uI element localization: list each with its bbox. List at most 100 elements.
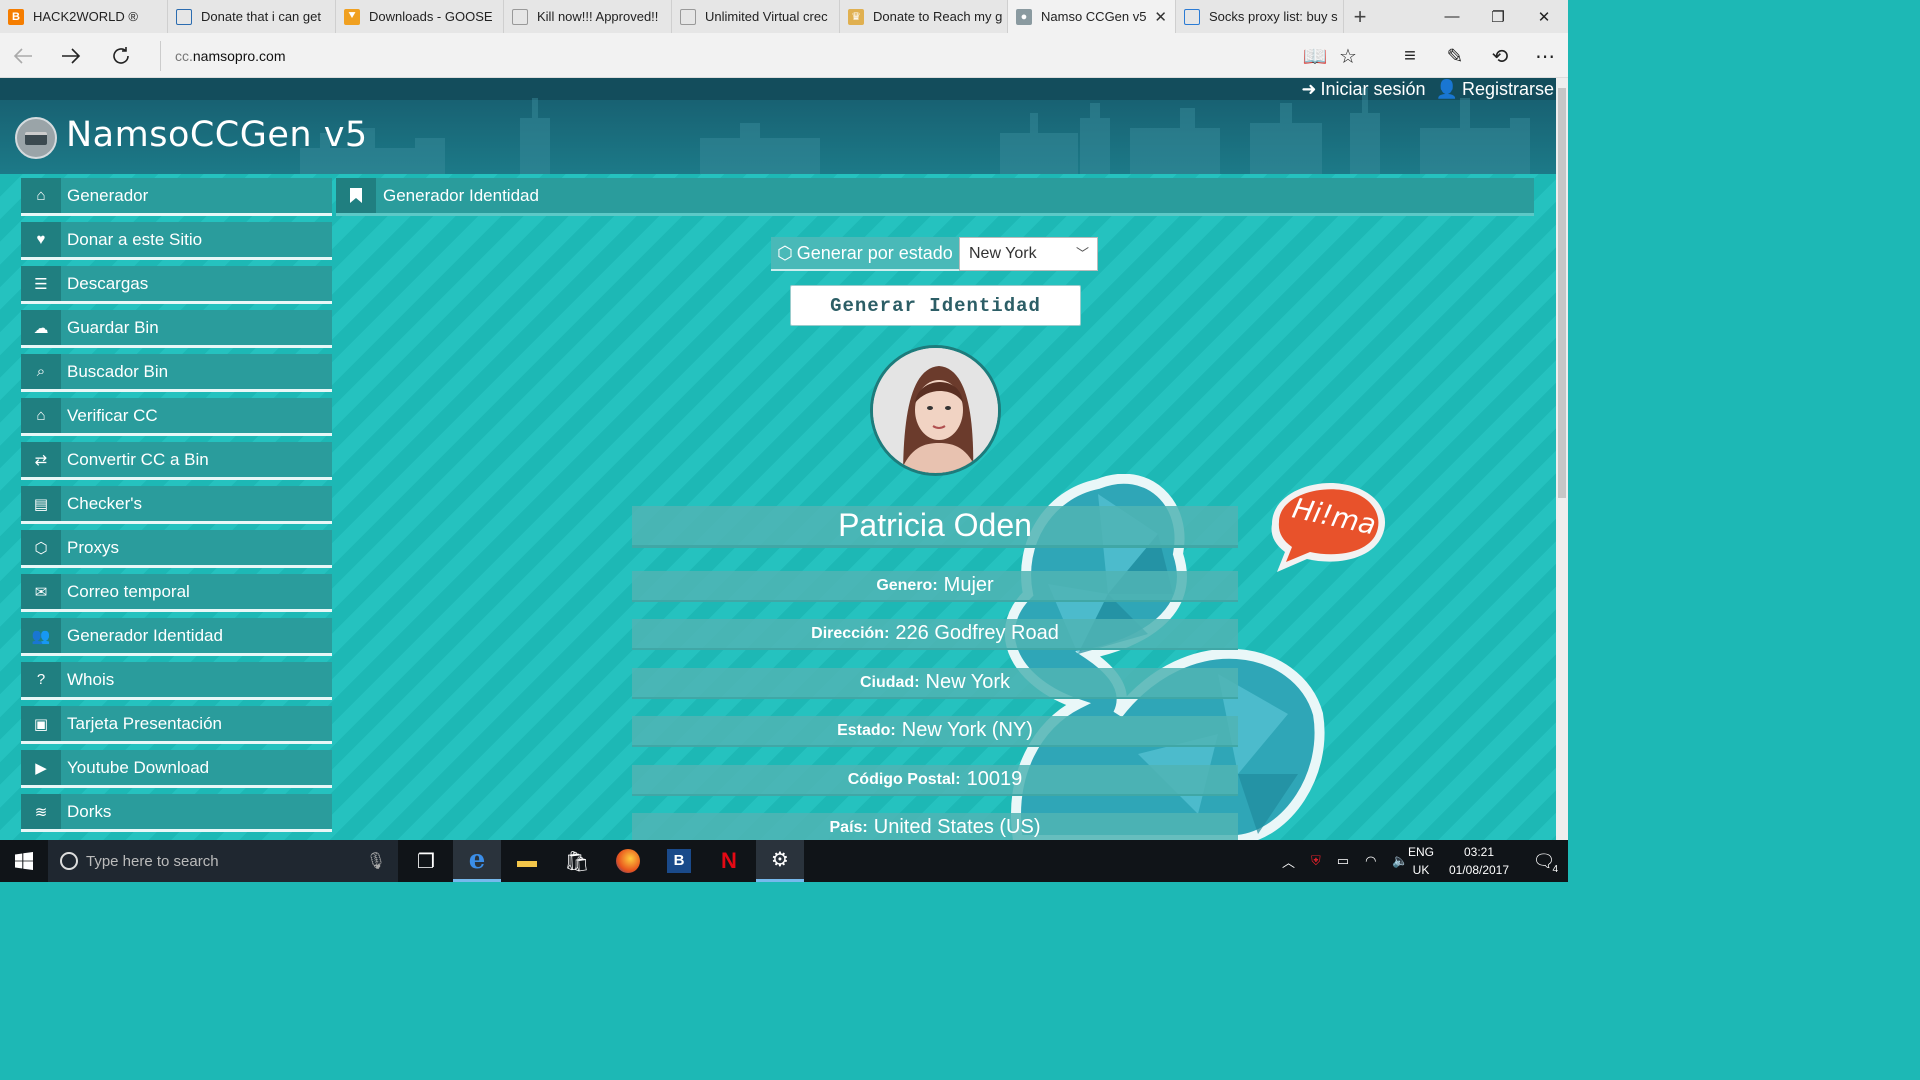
exchange-icon: ⇄ xyxy=(21,442,61,477)
keyboard-icon xyxy=(25,131,47,145)
wifi-icon[interactable]: ◠ xyxy=(1365,853,1376,869)
language-indicator[interactable]: ENG UK xyxy=(1404,843,1438,879)
taskbar-file-explorer[interactable]: ▬ xyxy=(503,840,551,882)
sidebar-item[interactable]: 👥 Generador Identidad xyxy=(21,618,332,656)
login-link[interactable]: ➜ Iniciar sesión xyxy=(1301,78,1425,100)
clock[interactable]: 03:21 01/08/2017 xyxy=(1438,843,1520,879)
sidebar-item-label: Whois xyxy=(67,669,115,689)
tab-title: Donate that i can get xyxy=(201,9,321,24)
portrait-image xyxy=(873,348,998,473)
taskbar-settings[interactable]: ⚙ xyxy=(756,840,804,882)
sidebar-item[interactable]: ♥ Donar a este Sitio xyxy=(21,222,332,260)
browser-tab[interactable]: Kill now!!! Approved!! xyxy=(504,0,672,33)
microphone-icon[interactable]: 🎙 xyxy=(366,851,386,871)
browser-tab[interactable]: ⯆ Downloads - GOOSE xyxy=(336,0,504,33)
register-link[interactable]: 👤 Registrarse xyxy=(1436,78,1554,100)
site-logo[interactable] xyxy=(15,117,57,159)
identity-field-value: 226 Godfrey Road xyxy=(895,622,1059,644)
taskbar-app-b[interactable]: B xyxy=(655,840,703,882)
sidebar-item[interactable]: ? Whois xyxy=(21,662,332,700)
pen-icon: ✎ xyxy=(1446,45,1464,68)
section-title: Generador Identidad xyxy=(383,185,539,205)
chat-bubble-logo: Hi!ma xyxy=(1252,474,1390,574)
site-title[interactable]: NamsoCCGen v5 xyxy=(66,115,368,155)
login-label: Iniciar sesión xyxy=(1320,79,1426,99)
more-button[interactable]: ⋯ xyxy=(1530,41,1560,71)
browser-tab[interactable]: Socks proxy list: buy s xyxy=(1176,0,1344,33)
identity-field-key: Código Postal: xyxy=(847,770,961,788)
minimize-button[interactable]: — xyxy=(1429,0,1475,33)
card-icon: ▤ xyxy=(21,486,61,521)
sidebar-item[interactable]: ☁ Guardar Bin xyxy=(21,310,332,348)
taskbar-netflix[interactable]: N xyxy=(705,840,753,882)
refresh-button[interactable] xyxy=(106,41,136,71)
identity-name-text: Patricia Oden xyxy=(838,507,1032,543)
sidebar-item-label: Checker's xyxy=(67,493,143,513)
identity-field-value: 10019 xyxy=(966,768,1023,790)
url-domain: namsopro.com xyxy=(192,48,286,64)
task-view-button[interactable]: ❐ xyxy=(402,840,450,882)
users-icon: 👥 xyxy=(21,618,61,653)
sidebar-item[interactable]: ▣ Tarjeta Presentación xyxy=(21,706,332,744)
page-scrollbar[interactable] xyxy=(1556,78,1568,840)
more-icon: ⋯ xyxy=(1535,45,1555,68)
share-icon: ⟲ xyxy=(1491,45,1509,68)
scrollbar-thumb[interactable] xyxy=(1558,88,1566,498)
sidebar-item[interactable]: ⌂ Generador xyxy=(21,178,332,216)
windows-taskbar: Type here to search 🎙 ❐ e ▬ 🛍 B N ⚙ ︿ ⛨ … xyxy=(0,840,1568,882)
sidebar-item[interactable]: ☰ Descargas xyxy=(21,266,332,304)
sidebar-item[interactable]: ▶ Youtube Download xyxy=(21,750,332,788)
sidebar-item[interactable]: ⌕ Buscador Bin xyxy=(21,354,332,392)
start-button[interactable] xyxy=(0,840,48,882)
book-icon: 📖 xyxy=(1302,45,1328,68)
identity-name: Patricia Oden xyxy=(632,506,1238,548)
search-placeholder: Type here to search xyxy=(86,852,219,870)
taskbar-firefox[interactable] xyxy=(604,840,652,882)
action-center-button[interactable]: 🗨 4 xyxy=(1520,840,1568,882)
new-tab-button[interactable]: + xyxy=(1344,0,1376,33)
sidebar-item[interactable]: ▤ Checker's xyxy=(21,486,332,524)
share-button[interactable]: ⟲ xyxy=(1485,41,1515,71)
web-note-button[interactable]: ✎ xyxy=(1440,41,1470,71)
cloud-icon: ☁ xyxy=(21,310,61,345)
hub-button[interactable]: ≡ xyxy=(1395,41,1425,71)
identity-field-key: Ciudad: xyxy=(859,673,920,691)
identity-field-key: Estado: xyxy=(837,721,896,739)
close-window-button[interactable]: ✕ xyxy=(1521,0,1567,33)
browser-tab[interactable]: ♛ Donate to Reach my g xyxy=(840,0,1008,33)
state-select[interactable]: New York ﹀ xyxy=(959,237,1098,271)
generate-identity-button[interactable]: Generar Identidad xyxy=(790,285,1081,326)
hexagon-icon: ⬡ xyxy=(777,242,793,263)
browser-tab[interactable]: Donate that i can get xyxy=(168,0,336,33)
browser-tab[interactable]: ● Namso CCGen v5 ✕ xyxy=(1008,0,1176,33)
heart-circle-icon: ♥ xyxy=(21,222,61,257)
battery-icon[interactable]: ▭ xyxy=(1337,853,1349,869)
mcafee-icon[interactable]: ⛨ xyxy=(1311,853,1321,869)
sidebar-item-label: Proxys xyxy=(67,537,119,557)
state-select-value: New York xyxy=(969,245,1037,262)
favorite-button[interactable]: ☆ xyxy=(1333,41,1363,71)
identity-field-value: New York xyxy=(925,671,1011,693)
chevron-up-icon[interactable]: ︿ xyxy=(1282,852,1295,871)
taskbar-edge[interactable]: e xyxy=(453,840,501,882)
url-field[interactable]: cc.namsopro.com xyxy=(160,41,1280,71)
taskbar-store[interactable]: 🛍 xyxy=(553,840,601,882)
sidebar-item[interactable]: ⬡ Proxys xyxy=(21,530,332,568)
sidebar-item[interactable]: ⇄ Convertir CC a Bin xyxy=(21,442,332,480)
forward-button[interactable] xyxy=(56,41,86,71)
browser-tab[interactable]: Unlimited Virtual crec xyxy=(672,0,840,33)
sidebar-item[interactable]: ⌂ Verificar CC xyxy=(21,398,332,436)
sidebar-item[interactable]: ≋ Dorks xyxy=(21,794,332,832)
cortana-icon xyxy=(60,852,78,870)
sidebar-item-label: Youtube Download xyxy=(67,757,210,777)
avatar xyxy=(870,345,1001,476)
reading-view-button[interactable]: 📖 xyxy=(1300,41,1330,71)
browser-tab[interactable]: B HACK2WORLD ® xyxy=(0,0,168,33)
back-button[interactable] xyxy=(8,41,38,71)
gear-icon: ⚙ xyxy=(771,849,789,871)
sidebar-item[interactable]: ✉ Correo temporal xyxy=(21,574,332,612)
maximize-button[interactable]: ❐ xyxy=(1475,0,1521,33)
identity-field-key: Dirección: xyxy=(811,624,890,642)
close-tab-icon[interactable]: ✕ xyxy=(1154,8,1167,26)
taskbar-search[interactable]: Type here to search 🎙 xyxy=(48,840,398,882)
